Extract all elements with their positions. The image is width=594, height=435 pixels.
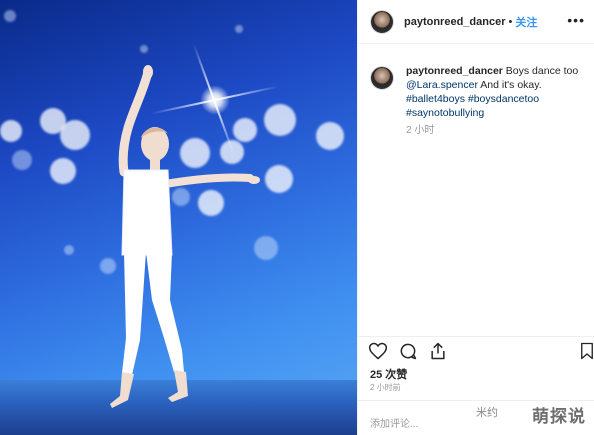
comment-icon[interactable] (398, 341, 418, 361)
bookmark-icon[interactable] (578, 341, 594, 361)
post-sidebar: paytonreed_dancer • 关注 ••• paytonreed_da… (357, 0, 594, 435)
hashtags-line-2[interactable]: #saynotobullying (406, 107, 484, 119)
follow-button[interactable]: 关注 (515, 14, 537, 30)
hashtags-line-1[interactable]: #ballet4boys #boysdancetoo (406, 93, 539, 105)
caption-body-2: And it's okay. (477, 79, 542, 91)
comment-input[interactable]: 添加评论... (370, 415, 418, 430)
post-header: paytonreed_dancer • 关注 ••• (358, 0, 594, 44)
avatar[interactable] (370, 9, 394, 34)
heart-icon[interactable] (368, 341, 388, 361)
like-count[interactable]: 25 次赞 (370, 366, 407, 382)
caption-avatar[interactable] (370, 66, 394, 90)
watermark: 萌探说 (532, 407, 586, 426)
separator-dot: • (508, 15, 513, 28)
post-timestamp: 2 小时前 (370, 383, 401, 392)
post-photo[interactable] (0, 0, 357, 435)
mention-link[interactable]: @Lara.spencer (406, 79, 478, 91)
caption-body-1: Boys dance too (502, 65, 579, 77)
action-bar (358, 336, 594, 362)
caption: paytonreed_dancer Boys dance too @Lara.s… (370, 64, 585, 138)
watermark-small: 米约 (476, 407, 498, 419)
dancer-figure (110, 65, 260, 408)
caption-text: paytonreed_dancer Boys dance too @Lara.s… (406, 64, 578, 138)
share-icon[interactable] (428, 341, 448, 361)
header-username[interactable]: paytonreed_dancer (404, 16, 505, 28)
caption-username[interactable]: paytonreed_dancer (406, 65, 503, 77)
caption-time: 2 小时 (406, 125, 435, 136)
more-options-icon[interactable]: ••• (567, 12, 585, 28)
